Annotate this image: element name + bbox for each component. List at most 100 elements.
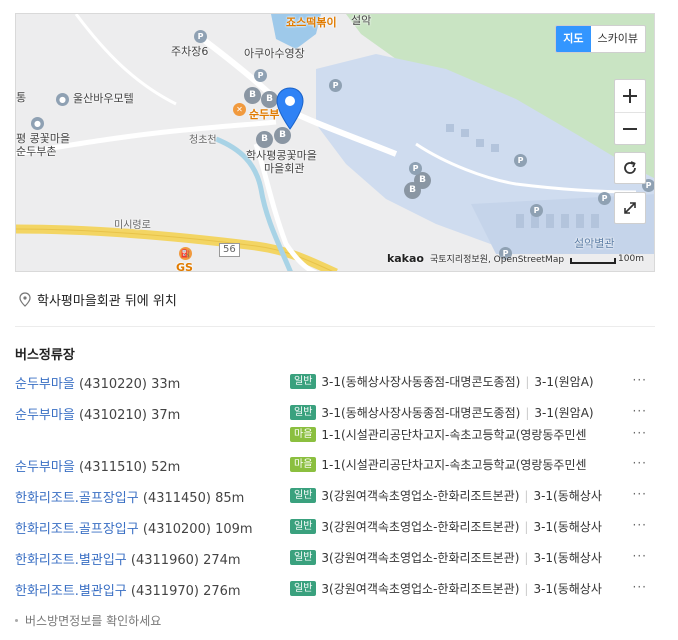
location-pin-icon [276,87,304,130]
more-routes-button[interactable]: ··· [633,580,647,594]
route-separator: | [524,519,529,534]
bus-stop-id: (4310210) [78,408,147,423]
bus-stop-distance: 37m [151,408,181,423]
map-view[interactable]: 죠스떡볶이 설악 P 주차장6 아쿠아수영장 P P 통 ● 울산바우모텔 ✕ … [15,13,655,272]
map-label-tong: 통 [16,91,27,104]
bus-stop-name-link[interactable]: 순두부마을 [15,408,75,423]
tab-map[interactable]: 지도 [556,26,591,52]
route-type-badge: 일반 [290,519,317,534]
route-name[interactable]: 3-1(동해상사 [533,580,601,597]
refresh-button[interactable] [614,152,646,184]
bus-stop-distance: 274m [203,553,241,568]
bus-stop-icon[interactable]: B [244,87,261,104]
map-type-toggle: 지도 스카이뷰 [555,25,646,53]
map-label-stream: 청초천 [189,135,217,146]
bus-stop-info: 순두부마을 (4310210) 37m [15,404,180,423]
map-label-hall-line2: 마을회관 [264,162,305,175]
bus-stop-name-link[interactable]: 순두부마을 [15,377,75,392]
fullscreen-button[interactable] [614,192,646,224]
bus-stop-name-link[interactable]: 한화리조트.별관입구 [15,553,127,568]
route-name[interactable]: 3-1(동해상사 [533,487,601,504]
bus-stop-info: 한화리조트.별관입구 (4311970) 276m [15,580,241,599]
bus-stop-distance: 109m [215,522,253,537]
bus-stop-id: (4310220) [78,377,147,392]
road-number-badge: 56 [219,243,240,257]
notice-text: 버스방면정보를 확인하세요 [25,614,162,628]
map-label-misiryeong: 미시령로 [114,220,151,231]
map-label-seorak: 설악 [351,14,372,27]
route-name[interactable]: 3(강원여객속초영업소-한화리조트본관) [321,580,519,597]
motel-icon: ● [56,93,69,106]
section-divider [15,326,655,327]
more-routes-button[interactable]: ··· [633,404,647,418]
more-routes-button[interactable]: ··· [633,549,647,563]
route-name[interactable]: 3-1(원암A) [534,404,593,421]
bus-stop-name-link[interactable]: 순두부마을 [15,460,75,475]
parking-icon: P [514,154,527,167]
bus-stop-icon[interactable]: B [256,131,273,148]
route-name[interactable]: 1-1(시설관리공단차고지-속초고등학교(영랑동주민센 [321,426,586,443]
route-name[interactable]: 3-1(동해상사장사동종점-대명콘도종점) [321,404,520,421]
bus-stop-name-link[interactable]: 한화리조트.골프장입구 [15,491,139,506]
route-name[interactable]: 3-1(동해상사장사동종점-대명콘도종점) [321,373,520,390]
parking-icon: P [194,30,207,43]
bus-stop-row: 한화리조트.골프장입구 (4311450) 85m 일반 3(강원여객속초영업소-한… [15,487,655,509]
parking-icon: P [530,204,543,217]
bus-stop-icon[interactable]: B [404,182,421,199]
parking-icon: P [598,192,611,205]
tab-skyview[interactable]: 스카이뷰 [591,26,645,52]
map-label-gs: GS [176,261,193,272]
more-routes-button[interactable]: ··· [633,426,647,440]
zoom-out-button[interactable] [615,112,645,144]
map-label-sundubuchon: 순두부촌 [16,145,57,158]
route-separator: | [524,581,529,596]
bus-stop-info: 순두부마을 (4310220) 33m [15,373,180,392]
bus-stop-name-link[interactable]: 한화리조트.골프장입구 [15,522,139,537]
bus-stop-info: 한화리조트.골프장입구 (4311450) 85m [15,487,244,506]
bus-route-line: 일반 3-1(동해상사장사동종점-대명콘도종점) | 3-1(원암A) [290,373,610,390]
route-name[interactable]: 3(강원여객속초영업소-한화리조트본관) [321,487,519,504]
route-type-badge: 일반 [290,374,317,389]
bus-stop-id: (4311450) [142,491,211,506]
bus-route-line: 일반 3-1(동해상사장사동종점-대명콘도종점) | 3-1(원암A) [290,404,610,421]
parking-icon: P [254,69,267,82]
bus-stop-id: (4310200) [142,522,211,537]
bus-route-line: 일반 3(강원여객속초영업소-한화리조트본관) | 3-1(동해상사 [290,487,610,504]
bus-stop-info: 한화리조트.골프장입구 (4310200) 109m [15,518,253,537]
bus-stop-info: 순두부마을 (4311510) 52m [15,456,180,475]
bus-stop-name-link[interactable]: 한화리조트.별관입구 [15,584,127,599]
zoom-control [614,79,646,145]
bus-route-line: 마을 1-1(시설관리공단차고지-속초고등학교(영랑동주민센 [290,426,610,443]
bus-route-line: 일반 3(강원여객속초영업소-한화리조트본관) | 3-1(동해상사 [290,549,610,566]
map-label-parking6: 주차장6 [171,45,209,58]
route-type-badge: 일반 [290,405,317,420]
more-routes-button[interactable]: ··· [633,487,647,501]
place-icon: ● [31,117,44,130]
copyright-text: 국토지리정보원, OpenStreetMap [429,255,565,265]
kakao-logo: kakao [386,252,424,265]
route-name[interactable]: 3-1(동해상사 [533,549,601,566]
scale-bar [570,257,617,264]
map-label-kongkkot: 평 콩꽃마을 [16,132,71,145]
map-label-hall-line1: 학사평콩꽃마을 [246,149,317,162]
parking-icon: P [409,162,422,175]
bus-stop-id: (4311960) [130,553,199,568]
route-name[interactable]: 3(강원여객속초영업소-한화리조트본관) [321,549,519,566]
more-routes-button[interactable]: ··· [633,373,647,387]
route-name[interactable]: 1-1(시설관리공단차고지-속초고등학교(영랑동주민센 [321,456,586,473]
route-separator: | [524,550,529,565]
more-routes-button[interactable]: ··· [633,456,647,470]
map-label-sundubu: 순두부 [249,108,280,121]
route-name[interactable]: 3-1(원암A) [534,373,593,390]
route-name[interactable]: 3-1(동해상사 [533,518,601,535]
bullet-dot [15,619,18,622]
route-type-badge: 일반 [290,550,317,565]
bus-stop-info: 한화리조트.별관입구 (4311960) 274m [15,549,241,568]
bus-stop-row: 한화리조트.골프장입구 (4310200) 109m 일반 3(강원여객속초영업소-… [15,518,655,540]
zoom-in-button[interactable] [615,80,645,112]
more-routes-button[interactable]: ··· [633,518,647,532]
bus-stop-id: (4311510) [78,460,147,475]
route-separator: | [525,405,530,420]
map-label-aqua: 아쿠아수영장 [244,47,305,60]
route-name[interactable]: 3(강원여객속초영업소-한화리조트본관) [321,518,519,535]
